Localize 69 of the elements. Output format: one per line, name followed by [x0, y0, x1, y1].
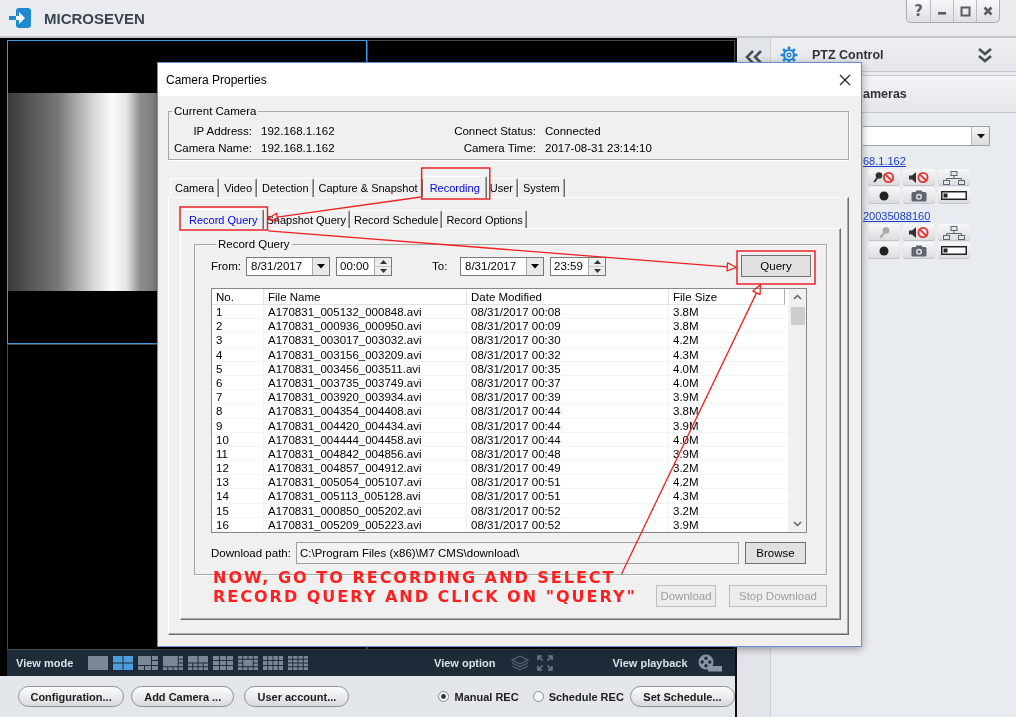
- table-cell: 4: [212, 347, 264, 362]
- field-value: 192.168.1.162: [261, 124, 336, 137]
- table-cell: A170831_000850_005202.avi: [264, 503, 467, 518]
- table-cell: 3: [212, 333, 264, 348]
- table-cell: 08/31/2017 00:52: [467, 517, 669, 532]
- field-label: Download path:: [211, 547, 292, 559]
- table-cell: A170831_004354_004408.avi: [264, 404, 467, 419]
- table-cell: A170831_005054_005107.avi: [264, 475, 467, 490]
- table-cell: A170831_004842_004856.avi: [264, 446, 467, 462]
- table-cell: 08/31/2017 00:30: [467, 333, 669, 348]
- group-label: Record Query: [217, 238, 291, 251]
- table-cell: A170831_003156_003209.avi: [264, 347, 467, 362]
- table-cell: 08/31/2017 00:44: [467, 404, 669, 419]
- table-cell: A170831_005113_005128.avi: [264, 489, 467, 504]
- field-label: From:: [211, 260, 243, 272]
- field-value: 2017-08-31 23:14:10: [545, 141, 653, 154]
- table-cell: A170831_005132_000848.avi: [264, 305, 467, 320]
- view-option-label: View option: [434, 657, 496, 669]
- table-cell: 15: [212, 503, 264, 518]
- table-cell: 6: [212, 375, 264, 391]
- table-cell: 08/31/2017 00:44: [467, 418, 669, 433]
- table-cell: 8: [212, 404, 264, 419]
- table-cell: 12: [212, 461, 264, 476]
- table-cell: A170831_003456_003511.avi: [264, 361, 467, 376]
- table-cell: 9: [212, 418, 264, 433]
- table-cell: 08/31/2017 00:35: [467, 361, 669, 376]
- table-cell: 14: [212, 489, 264, 504]
- table-cell: 08/31/2017 00:32: [467, 347, 669, 362]
- dialog-title: Camera Properties: [166, 72, 267, 87]
- field-label: Camera Time:: [463, 141, 536, 154]
- table-cell: 08/31/2017 00:48: [467, 446, 669, 462]
- table-cell: A170831_000936_000950.avi: [264, 319, 467, 334]
- field-value: Connected: [545, 124, 602, 137]
- field-value: 192.168.1.162: [261, 141, 336, 154]
- group-label: Current Camera: [173, 105, 258, 118]
- table-cell: 11: [212, 446, 264, 462]
- view-playback-label: View playback: [612, 657, 688, 669]
- table-cell: A170831_003920_003934.avi: [264, 390, 467, 405]
- table-cell: 08/31/2017 00:08: [467, 305, 669, 320]
- table-cell: 7: [212, 390, 264, 405]
- table-cell: A170831_005209_005223.avi: [264, 517, 467, 532]
- table-cell: 08/31/2017 00:09: [467, 319, 669, 334]
- table-cell: 10: [212, 432, 264, 447]
- annotation-text: NOW, GO TO RECORDING AND SELECT RECORD QUERY AND CLICK ON "QUERY": [213, 568, 637, 606]
- table-cell: 5: [212, 361, 264, 376]
- table-cell: A170831_004444_004458.avi: [264, 432, 467, 447]
- table-cell: 08/31/2017 00:49: [467, 461, 669, 476]
- panel-title: PTZ Control: [812, 47, 884, 62]
- app-name: MICROSEVEN: [44, 9, 145, 27]
- table-cell: 13: [212, 475, 264, 490]
- section-title: ameras: [863, 87, 907, 101]
- table-cell: 2: [212, 319, 264, 334]
- table-cell: A170831_004857_004912.avi: [264, 461, 467, 476]
- table-cell: A170831_003735_003749.avi: [264, 375, 467, 391]
- table-cell: 1: [212, 305, 264, 320]
- table-cell: 08/31/2017 00:51: [467, 475, 669, 490]
- field-label: To:: [432, 260, 449, 272]
- field-label: Camera Name:: [174, 141, 252, 154]
- table-cell: 08/31/2017 00:51: [467, 489, 669, 504]
- field-label: IP Address:: [193, 124, 252, 137]
- table-cell: A170831_003017_003032.avi: [264, 333, 467, 348]
- table-cell: A170831_004420_004434.avi: [264, 418, 467, 433]
- table-cell: 08/31/2017 00:44: [467, 432, 669, 447]
- table-cell: 08/31/2017 00:52: [467, 503, 669, 518]
- table-cell: 08/31/2017 00:37: [467, 375, 669, 391]
- table-cell: 16: [212, 517, 264, 532]
- view-mode-label: View mode: [16, 657, 75, 669]
- table-cell: 08/31/2017 00:39: [467, 390, 669, 405]
- field-label: Connect Status:: [454, 124, 536, 137]
